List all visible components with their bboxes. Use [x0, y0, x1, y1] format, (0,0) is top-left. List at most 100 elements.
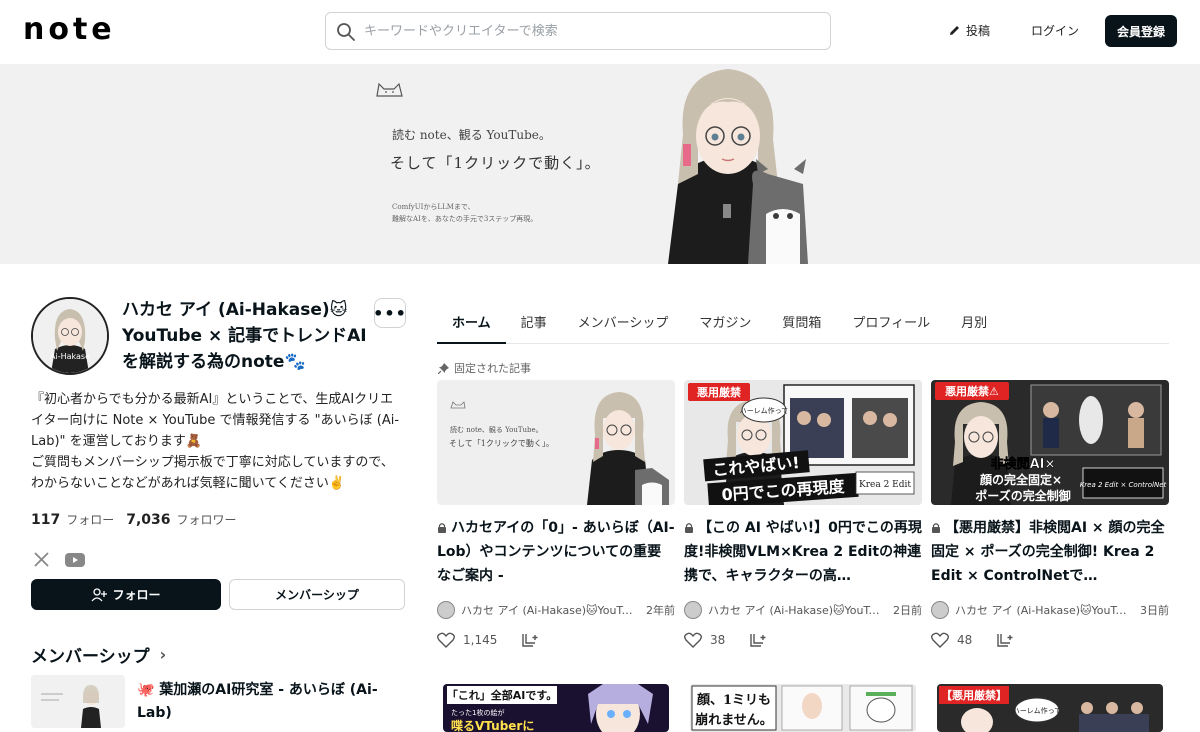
youtube-icon[interactable] [64, 552, 86, 568]
article-title[interactable]: ハカセアイの「0」- あいらぼ（AI-Lob）やコンテンツについての重要なご案内… [437, 516, 675, 588]
follow-button[interactable]: フォロー [31, 579, 221, 610]
pencil-icon [950, 26, 959, 35]
publish-date: 2年前 [646, 604, 675, 617]
heart-icon[interactable] [931, 632, 949, 648]
membership-thumbnail[interactable] [31, 675, 125, 728]
article-thumb-image: 「これ」全部AIです。 たった1枚の絵が 喋るVTuberに [443, 684, 669, 732]
article-meta: ハカセ アイ (Ai-Hakase)🐱YouTube × 記事でトレンドAI 2… [437, 600, 675, 620]
search-box[interactable] [325, 12, 831, 50]
follow-count-label[interactable]: フォロー [66, 511, 114, 528]
article-title-text: 【悪用厳禁】非検閲AI × 顔の完全固定 × ポーズの完全制御! Krea 2 … [931, 520, 1165, 584]
tab-monthly[interactable]: 月別 [961, 300, 987, 344]
thumb-line1: 非検閲AI× [991, 456, 1056, 472]
social-links [33, 551, 86, 568]
article-thumb-image: 読む note、観る YouTube。 そして「1クリックで動く」。 [437, 380, 675, 505]
article-title-text: 【この AI やばい!】0円でこの再現度!非検閲VLM×Krea 2 Editの… [684, 520, 922, 584]
article-card[interactable]: 悪用厳禁⚠ 非検閲AI× 顔の完全固定× ポーズの完全制御 Krea 2 Edi… [931, 380, 1169, 648]
heart-icon[interactable] [437, 632, 455, 648]
author-avatar[interactable] [437, 601, 455, 619]
post-label: 投稿 [966, 24, 991, 38]
membership-heading[interactable]: メンバーシップ › [31, 642, 166, 667]
author-name[interactable]: ハカセ アイ (Ai-Hakase)🐱YouTube × 記事でトレンドAI [955, 602, 1132, 618]
article-thumb-image: 悪用厳禁 ハーレム作って これやばい! 0円でこの再現度 Krea 2 Edit [684, 380, 922, 505]
tab-articles[interactable]: 記事 [521, 300, 547, 344]
tab-magazines[interactable]: マガジン [699, 300, 751, 344]
article-card[interactable]: 悪用厳禁 ハーレム作って これやばい! 0円でこの再現度 Krea 2 Edit… [684, 380, 922, 648]
article-thumbnail[interactable]: 読む note、観る YouTube。 そして「1クリックで動く」。 [437, 380, 675, 505]
article-title[interactable]: 【この AI やばい!】0円でこの再現度!非検閲VLM×Krea 2 Editの… [684, 516, 922, 588]
lock-icon [438, 523, 446, 533]
lock-icon [932, 523, 940, 533]
post-button[interactable]: 投稿 [948, 22, 990, 39]
article-thumbnail[interactable]: 【悪用厳禁】 ハーレム作って [937, 684, 1163, 732]
article-thumbnail[interactable]: 顔、1ミリも 崩れません。 [690, 684, 916, 732]
creator-avatar[interactable]: Ai-Hakase [31, 297, 109, 375]
thumb-line3: ポーズの完全制御 [975, 488, 1070, 503]
follower-count-label[interactable]: フォロワー [177, 511, 237, 528]
thumb-line2: 顔の完全固定× [979, 472, 1062, 487]
author-avatar[interactable] [684, 601, 702, 619]
row2-text1: 【悪用厳禁】 [941, 688, 1007, 702]
thumb-badge: 悪用厳禁 [697, 385, 741, 399]
author-avatar[interactable] [931, 601, 949, 619]
login-button[interactable]: ログイン [1031, 22, 1079, 39]
follow-stats: 117 フォロー 7,036 フォロワー [31, 511, 243, 528]
publish-date: 2日前 [893, 604, 922, 617]
article-meta: ハカセ アイ (Ai-Hakase)🐱YouTube × 記事でトレンドAI 2… [684, 600, 922, 620]
tab-home[interactable]: ホーム [437, 300, 506, 344]
row2-text1: 顔、1ミリも [696, 692, 771, 708]
author-name[interactable]: ハカセ アイ (Ai-Hakase)🐱YouTube × 記事でトレンドAI [461, 602, 638, 618]
follow-count[interactable]: 117 [31, 512, 60, 528]
pinned-label-text: 固定された記事 [454, 362, 531, 375]
thumb-line2: そして「1クリックで動く」。 [449, 439, 554, 448]
more-options-button[interactable]: ••• [373, 298, 406, 328]
x-twitter-icon[interactable] [33, 551, 50, 568]
article-meta: ハカセ アイ (Ai-Hakase)🐱YouTube × 記事でトレンドAI 3… [931, 600, 1169, 620]
membership-button[interactable]: メンバーシップ [229, 579, 405, 610]
article-thumbnail[interactable]: 悪用厳禁⚠ 非検閲AI× 顔の完全固定× ポーズの完全制御 Krea 2 Edi… [931, 380, 1169, 505]
note-logo[interactable]: note [23, 15, 116, 45]
chevron-right-icon: › [159, 645, 167, 664]
article-thumbnail[interactable]: 「これ」全部AIです。 たった1枚の絵が 喋るVTuberに [443, 684, 669, 732]
author-name[interactable]: ハカセ アイ (Ai-Hakase)🐱YouTube × 記事でトレンドAI [708, 602, 885, 618]
thumb-bubble: ハーレム作って [740, 406, 789, 415]
header: note 投稿 ログイン 会員登録 [0, 0, 1200, 64]
article-title-text: ハカセアイの「0」- あいらぼ（AI-Lob）やコンテンツについての重要なご案内… [437, 520, 675, 584]
character-illustration [628, 64, 828, 264]
add-to-magazine-icon[interactable] [996, 632, 1014, 648]
like-count: 1,145 [463, 633, 498, 647]
tab-question-box[interactable]: 質問箱 [782, 300, 821, 344]
row2-text3: 喋るVTuberに [451, 718, 534, 732]
add-to-magazine-icon[interactable] [749, 632, 767, 648]
row2-text2: ハーレム作って [1013, 706, 1062, 715]
membership-heading-text: メンバーシップ [31, 647, 150, 667]
tab-membership[interactable]: メンバーシップ [578, 300, 669, 344]
pin-icon [438, 362, 449, 374]
article-actions: 38 [684, 632, 922, 648]
article-actions: 48 [931, 632, 1169, 648]
article-card[interactable]: 読む note、観る YouTube。 そして「1クリックで動く」。 ハカセアイ… [437, 380, 675, 648]
tab-profile[interactable]: プロフィール [852, 300, 930, 344]
add-to-magazine-icon[interactable] [521, 632, 539, 648]
lock-icon [685, 523, 693, 533]
svg-text:Ai-Hakase: Ai-Hakase [50, 352, 90, 361]
thumb-line1: 読む note、観る YouTube。 [450, 425, 543, 434]
search-input[interactable] [364, 21, 814, 41]
pinned-label: 固定された記事 [438, 360, 531, 376]
thumb-tag: Krea 2 Edit × ControlNet [1080, 481, 1167, 489]
membership-item-title[interactable]: 🐙 葉加瀬のAI研究室 - あいらぼ (Ai-Lab) [137, 679, 402, 725]
add-user-icon [91, 587, 108, 601]
creator-bio: 『初心者からでも分かる最新AI』ということで、生成AIクリエイター向けに Not… [31, 389, 403, 494]
article-title[interactable]: 【悪用厳禁】非検閲AI × 顔の完全固定 × ポーズの完全制御! Krea 2 … [931, 516, 1169, 588]
bio-text: 『初心者からでも分かる最新AI』ということで、生成AIクリエイター向けに Not… [31, 392, 400, 491]
article-thumbnail[interactable]: 悪用厳禁 ハーレム作って これやばい! 0円でこの再現度 Krea 2 Edit [684, 380, 922, 505]
banner-line3: ComfyUIからLLMまで、 [392, 203, 475, 211]
profile-tabs: ホーム 記事 メンバーシップ マガジン 質問箱 プロフィール 月別 [437, 300, 1169, 344]
creator-name[interactable]: ハカセ アイ (Ai-Hakase)🐱YouTube × 記事でトレンドAIを解… [122, 297, 372, 375]
follower-count[interactable]: 7,036 [126, 512, 170, 528]
thumb-tag: Krea 2 Edit [859, 480, 911, 490]
heart-icon[interactable] [684, 632, 702, 648]
banner-line1: 読む note、観る YouTube。 [392, 128, 551, 142]
register-button[interactable]: 会員登録 [1105, 15, 1177, 47]
follow-button-label: フォロー [112, 588, 161, 602]
